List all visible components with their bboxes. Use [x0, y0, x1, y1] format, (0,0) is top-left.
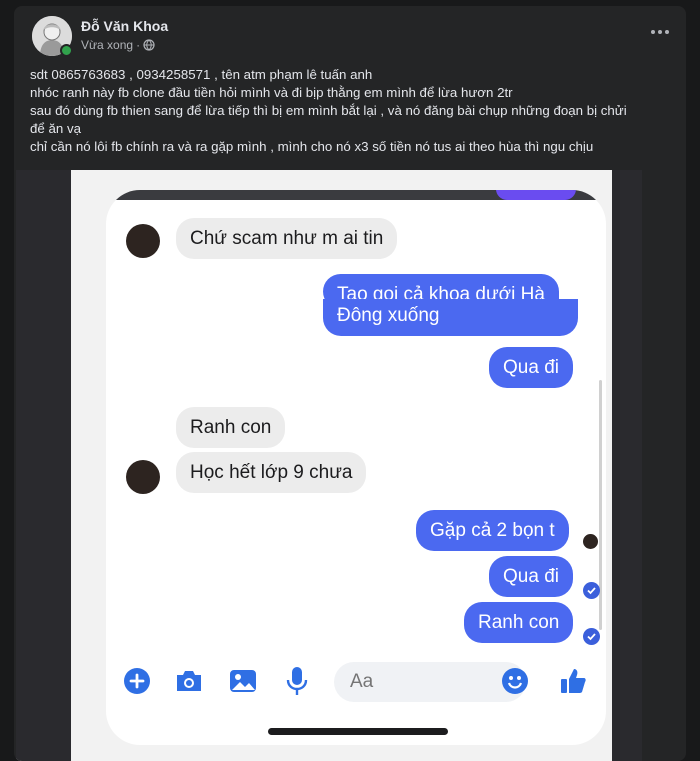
outgoing-message: Đông xuống: [323, 299, 578, 336]
dot: [658, 30, 662, 34]
home-indicator: [268, 728, 448, 735]
seen-check-icon: [583, 628, 600, 645]
dot: [651, 30, 655, 34]
post-line: để ăn vạ: [30, 121, 82, 136]
outgoing-message: Qua đi: [489, 347, 573, 388]
plus-icon[interactable]: [122, 666, 152, 696]
gallery-icon[interactable]: [228, 666, 258, 696]
post-line: chỉ cần nó lôi fb chính ra và ra gặp mìn…: [30, 139, 594, 154]
post-line: nhóc ranh này fb clone đầu tiền hỏi mình…: [30, 85, 513, 100]
post-body: sdt 0865763683 , 0934258571 , tên atm ph…: [30, 66, 680, 156]
post-time[interactable]: Vừa xong: [81, 38, 133, 52]
outgoing-message: Gặp cả 2 bọn t: [416, 510, 569, 551]
dot: [665, 30, 669, 34]
seen-avatar: [583, 534, 598, 549]
post-line: sdt 0865763683 , 0934258571 , tên atm ph…: [30, 67, 373, 82]
online-status-dot: [60, 44, 73, 57]
previous-message-bubble: [496, 190, 576, 200]
chat-screenshot: Chứ scam như m ai tin Tao gọi cả khoa dư…: [106, 190, 606, 745]
post-photo[interactable]: Chứ scam như m ai tin Tao gọi cả khoa dư…: [16, 170, 642, 761]
post-meta: Vừa xong ·: [81, 38, 155, 52]
incoming-message: Chứ scam như m ai tin: [176, 218, 398, 259]
contact-avatar: [126, 224, 160, 258]
more-options-icon[interactable]: [648, 20, 672, 44]
camera-icon[interactable]: [174, 666, 204, 696]
post-card: Đỗ Văn Khoa Vừa xong · sdt 0865763683 , …: [14, 6, 686, 761]
meta-separator: ·: [136, 38, 141, 52]
author-name[interactable]: Đỗ Văn Khoa: [81, 18, 168, 34]
photo-border-left: [16, 170, 71, 761]
incoming-message: Học hết lớp 9 chưa: [176, 452, 367, 493]
outgoing-message: Qua đi: [489, 556, 573, 597]
message-composer: [106, 658, 606, 708]
incoming-message: Ranh con: [176, 407, 286, 448]
post-header: Đỗ Văn Khoa Vừa xong ·: [14, 6, 686, 62]
like-icon[interactable]: [558, 666, 588, 696]
message-input[interactable]: [334, 662, 526, 702]
seen-check-icon: [583, 582, 600, 599]
emoji-icon[interactable]: [500, 666, 530, 696]
globe-icon[interactable]: [143, 39, 155, 51]
photo-border-right: [612, 170, 642, 761]
microphone-icon[interactable]: [282, 666, 312, 696]
post-line: sau đó dùng fb thien sang để lừa tiếp th…: [30, 103, 627, 118]
contact-avatar: [126, 460, 160, 494]
outgoing-message: Ranh con: [464, 602, 574, 643]
